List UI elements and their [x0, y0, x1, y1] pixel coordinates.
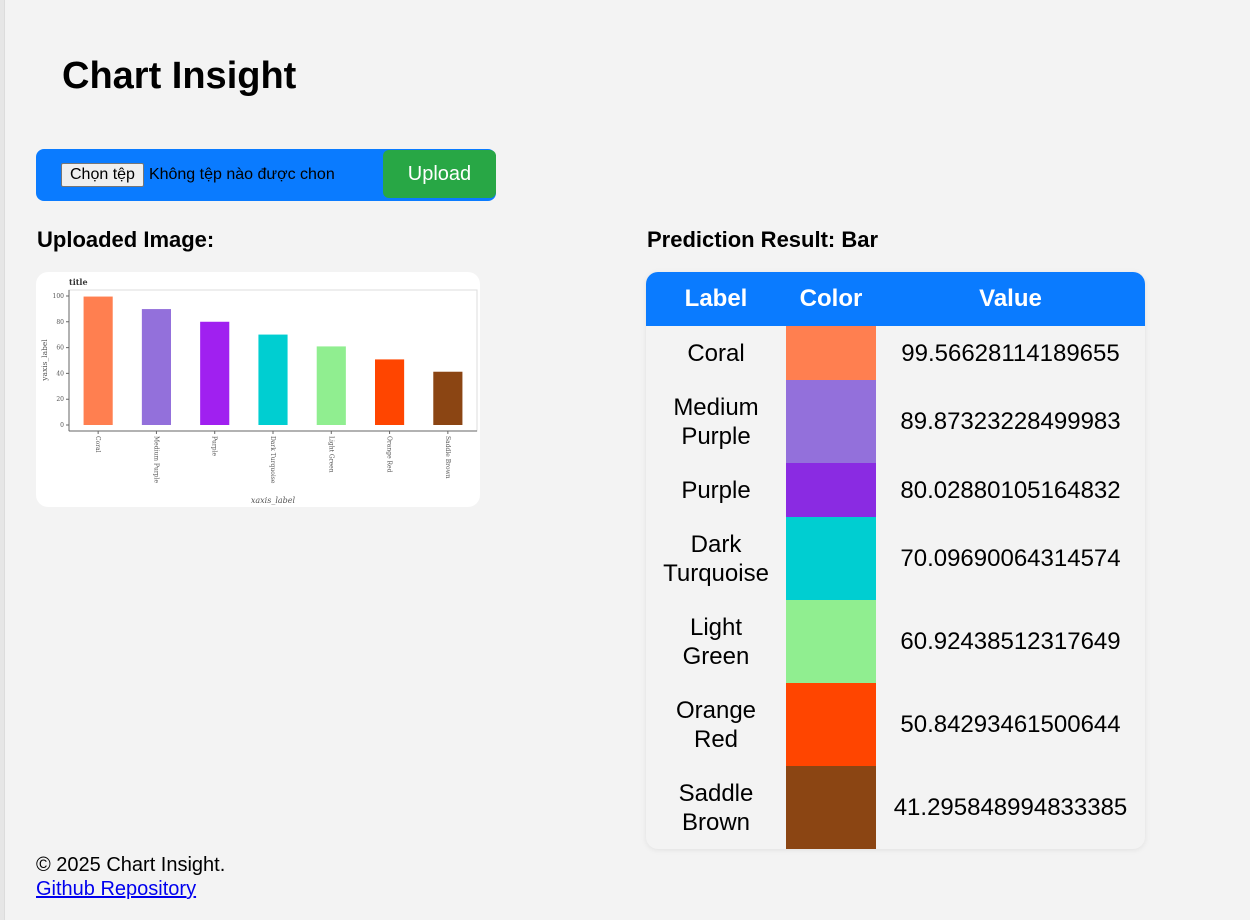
row-value: 89.87323228499983: [900, 408, 1121, 435]
row-value: 50.84293461500644: [900, 711, 1121, 738]
y-axis-label: yaxis_label: [40, 339, 49, 382]
row-label: Light Green: [682, 613, 750, 670]
table-row: Saddle Brown 41.295848994833385: [646, 766, 1145, 849]
color-swatch: [786, 326, 876, 380]
row-value: 41.295848994833385: [893, 794, 1128, 821]
row-label: Saddle Brown: [678, 779, 754, 836]
chart-bar-medium-purple: [141, 309, 171, 425]
x-tick-label: Dark Turquoise: [269, 436, 276, 484]
table-header-row: Label Color Value: [646, 272, 1145, 326]
table-row: Coral 99.56628114189655: [646, 326, 1145, 380]
chart-bars: [83, 296, 463, 425]
chart-y-ticks: 0 20 40 60 80 100: [53, 293, 69, 429]
file-status-text: Không tệp nào được chon: [148, 166, 335, 183]
y-tick-label: 100: [53, 293, 65, 300]
x-axis-label: xaxis_label: [251, 496, 296, 505]
row-label: Medium Purple: [673, 393, 759, 450]
footer: © 2025 Chart Insight. Github Repository: [36, 853, 225, 901]
row-label: Purple: [681, 476, 751, 504]
x-tick-label: Saddle Brown: [444, 436, 451, 479]
header-value: Value: [876, 272, 1145, 326]
prediction-table: Label Color Value Coral 99.5662811418965…: [646, 272, 1145, 849]
table-row: Dark Turquoise 70.09690064314574: [646, 517, 1145, 600]
header-color: Color: [786, 272, 876, 326]
chart-bar-dark-turquoise: [258, 334, 288, 425]
file-input[interactable]: Chọn tệp Không tệp nào được chon: [61, 163, 335, 187]
chart-bar-coral: [83, 296, 113, 425]
row-value: 80.02880105164832: [900, 476, 1121, 504]
row-label: Dark Turquoise: [663, 530, 769, 587]
table-row: Light Green 60.92438512317649: [646, 600, 1145, 683]
table-row: Purple 80.02880105164832: [646, 463, 1145, 517]
prediction-result-heading: Prediction Result: Bar: [647, 227, 879, 252]
page-title: Chart Insight: [62, 55, 297, 97]
page-left-border: [0, 0, 5, 920]
choose-file-button[interactable]: Chọn tệp: [61, 163, 144, 187]
chart-bar-light-green: [316, 346, 346, 425]
header-label: Label: [646, 272, 786, 326]
chart-bar-orange-red: [375, 359, 405, 425]
uploaded-image: title yaxis_label xaxis_label 0 20 40 60 80 1…: [36, 272, 480, 507]
x-tick-label: Coral: [94, 436, 101, 453]
table-row: Orange Red 50.84293461500644: [646, 683, 1145, 766]
color-swatch: [786, 600, 876, 683]
color-swatch: [786, 683, 876, 766]
github-link[interactable]: Github Repository: [36, 878, 196, 900]
copyright-text: © 2025 Chart Insight.: [36, 854, 226, 876]
chart-bar-saddle-brown: [433, 371, 463, 425]
y-tick-label: 0: [60, 422, 64, 429]
row-value: 60.92438512317649: [900, 628, 1121, 655]
upload-button[interactable]: Upload: [383, 150, 496, 198]
x-tick-label: Purple: [211, 436, 218, 457]
chart-title: title: [69, 277, 88, 287]
y-tick-label: 80: [56, 319, 64, 326]
chart-x-ticks: Coral Medium Purple Purple Dark Turquoise Li…: [94, 431, 451, 484]
x-tick-label: Light Green: [327, 436, 334, 473]
uploaded-image-heading: Uploaded Image:: [37, 227, 215, 252]
chart-bar-purple: [200, 321, 230, 425]
color-swatch: [786, 463, 876, 517]
color-swatch: [786, 380, 876, 463]
uploaded-chart-image: title yaxis_label xaxis_label 0 20 40 60 80 1…: [40, 277, 478, 505]
row-value: 70.09690064314574: [900, 545, 1121, 572]
color-swatch: [786, 517, 876, 600]
y-tick-label: 60: [56, 345, 64, 352]
x-tick-label: Orange Red: [386, 436, 393, 473]
row-value: 99.56628114189655: [901, 339, 1120, 367]
upload-form: Chọn tệp Không tệp nào được chon Upload: [36, 149, 496, 201]
y-tick-label: 40: [56, 370, 64, 377]
row-label: Orange Red: [675, 696, 757, 753]
row-label: Coral: [687, 339, 745, 367]
table-row: Medium Purple 89.87323228499983: [646, 380, 1145, 463]
x-tick-label: Medium Purple: [152, 436, 159, 483]
color-swatch: [786, 766, 876, 849]
y-tick-label: 20: [56, 396, 64, 403]
